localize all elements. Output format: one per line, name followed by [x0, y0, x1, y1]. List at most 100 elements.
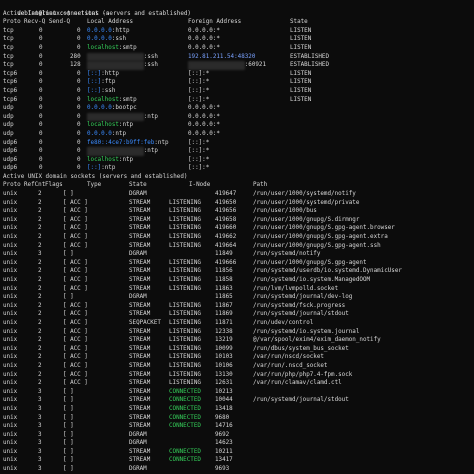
unix-flags: [ ] — [63, 414, 74, 421]
unix-proto: unix — [3, 216, 18, 223]
foreign-value: [::]:* — [188, 96, 210, 103]
unix-flags: [ ] — [63, 466, 74, 473]
inet-foreign-address: [::]:* — [188, 87, 209, 96]
unix-proto: unix — [3, 268, 18, 275]
inet-sendq: 0 — [77, 148, 81, 155]
unix-row: unix 3 [ ] DGRAM 9693 — [3, 465, 471, 474]
unix-proto: unix — [3, 431, 18, 438]
unix-type: STREAM — [129, 405, 151, 412]
unix-refcnt: 2 — [38, 225, 42, 232]
header-refcnt: RefCnt — [24, 182, 46, 189]
local-port: :ssh — [111, 36, 127, 43]
unix-inode: 9692 — [215, 431, 230, 438]
unix-inode: 12631 — [215, 380, 233, 387]
local-host: localhost — [87, 156, 119, 163]
unix-proto: unix — [3, 448, 18, 455]
unix-type: STREAM — [129, 234, 151, 241]
unix-flags: [ ] — [63, 448, 74, 455]
unix-state: LISTENING — [169, 380, 201, 387]
unix-proto: unix — [3, 285, 18, 292]
unix-refcnt: 2 — [38, 354, 42, 361]
foreign-value: [::]:* — [188, 79, 210, 86]
inet-proto: tcp6 — [3, 96, 18, 103]
local-port: :ssh — [143, 53, 158, 60]
unix-type: STREAM — [129, 208, 151, 215]
local-port: :ssh — [143, 62, 158, 69]
unix-refcnt: 2 — [38, 328, 42, 335]
unix-inode: 14623 — [215, 440, 233, 447]
unix-type: STREAM — [129, 337, 151, 344]
unix-refcnt: 2 — [38, 294, 42, 301]
inet-sendq: 0 — [77, 79, 81, 86]
inet-proto: tcp — [3, 53, 14, 60]
unix-row: unix 2 [ ACC ] STREAM LISTENING 10106/var/run… — [3, 362, 471, 371]
inet-recvq: 0 — [39, 165, 43, 172]
inet-local-address: [::]:ftp — [87, 78, 115, 87]
foreign-value: [::]:* — [188, 139, 210, 146]
inet-proto: udp6 — [3, 156, 18, 163]
local-port: :ntp — [143, 113, 158, 120]
terminal-window[interactable]: debian@linux:~$ netstat -a Active Intern… — [0, 0, 474, 472]
header-unix-proto: Proto — [3, 182, 21, 189]
unix-row: unix 3 [ ] STREAM CONNECTED 13418 — [3, 405, 471, 414]
unix-row: unix 3 [ ] STREAM CONNECTED 10044/run/systemd… — [3, 396, 471, 405]
unix-state: LISTENING — [169, 277, 201, 283]
unix-inode: 419666 — [215, 259, 237, 266]
unix-row: unix 2 [ ACC ] STREAM LISTENING 11856/run/sys… — [3, 267, 471, 276]
unix-refcnt: 3 — [38, 457, 42, 464]
inet-local-address: xxxxxxxxxxxxxxxx:ssh — [87, 61, 158, 70]
unix-proto: unix — [3, 328, 18, 335]
inet-foreign-address: [::]:* — [188, 78, 209, 87]
unix-proto: unix — [3, 440, 18, 447]
unix-refcnt: 2 — [38, 234, 42, 241]
inet-foreign-address: 0.0.0.0:* — [188, 104, 220, 113]
header-recvq-sendq: Recv-Q Send-Q — [24, 19, 71, 26]
unix-refcnt: 2 — [38, 259, 42, 266]
unix-path: /run/systemd/io.system.journal — [253, 328, 360, 335]
inet-recvq: 0 — [39, 122, 43, 129]
local-host: 0.0.0.0 — [87, 27, 112, 34]
local-port: :smtp — [118, 44, 137, 51]
unix-state: LISTENING — [169, 328, 201, 335]
inet-sendq: 0 — [77, 165, 81, 172]
unix-proto: unix — [3, 414, 18, 421]
unix-header-row: Proto RefCnt Flags Type State I-Node Pat… — [3, 181, 471, 190]
inet-foreign-address: 0.0.0.0:* — [188, 130, 220, 139]
inet-local-address: xxxxxxxxxxxxxxxx:ntp — [87, 147, 158, 156]
foreign-value: 0.0.0.0:* — [188, 113, 220, 120]
unix-refcnt: 2 — [38, 319, 42, 326]
unix-type: STREAM — [129, 423, 151, 430]
unix-state: LISTENING — [169, 371, 201, 378]
unix-refcnt: 3 — [38, 388, 42, 395]
unix-type: STREAM — [129, 388, 151, 395]
unix-state: LISTENING — [169, 337, 201, 344]
inet-local-address: 0.0.0.0:ntp — [87, 130, 126, 139]
foreign-value: 192.81.211.54:48320 — [188, 53, 256, 60]
header-inode: I-Node — [189, 182, 211, 189]
unix-inode: 11858 — [215, 277, 233, 283]
unix-flags: [ ] — [63, 440, 74, 447]
unix-state: CONNECTED — [169, 414, 201, 421]
unix-proto: unix — [3, 397, 18, 404]
inet-row: udp6 0 0 xxxxxxxxxxxxxxxx:ntp [::]:* — [3, 147, 471, 156]
unix-row: unix 3 [ ] DGRAM 14623 — [3, 439, 471, 448]
inet-row: udp 0 0 0.0.0.0:bootpc 0.0.0.0:* — [3, 104, 471, 113]
unix-state: LISTENING — [169, 302, 201, 309]
unix-flags: [ ACC ] — [63, 345, 88, 352]
unix-row: unix 2 [ ] DGRAM 419647/run/user/1000/system… — [3, 190, 471, 199]
inet-state: ESTABLISHED — [290, 62, 330, 69]
redacted-hostname: xxxxxxxxxxxxxxxx — [87, 147, 144, 156]
unix-inode: 11863 — [215, 285, 233, 292]
unix-refcnt: 2 — [38, 345, 42, 352]
unix-proto: unix — [3, 354, 18, 361]
unix-type: STREAM — [129, 457, 151, 464]
unix-proto: unix — [3, 259, 18, 266]
redacted-hostname: xxxxxxxxxxxxxxxx — [87, 52, 144, 62]
header-state: State — [290, 19, 308, 26]
unix-state: LISTENING — [169, 362, 201, 369]
unix-flags: [ ACC ] — [63, 285, 88, 292]
inet-foreign-address: [::]:* — [188, 139, 209, 148]
unix-type: STREAM — [129, 380, 151, 387]
unix-proto: unix — [3, 199, 18, 206]
unix-inode: 9693 — [215, 466, 230, 473]
